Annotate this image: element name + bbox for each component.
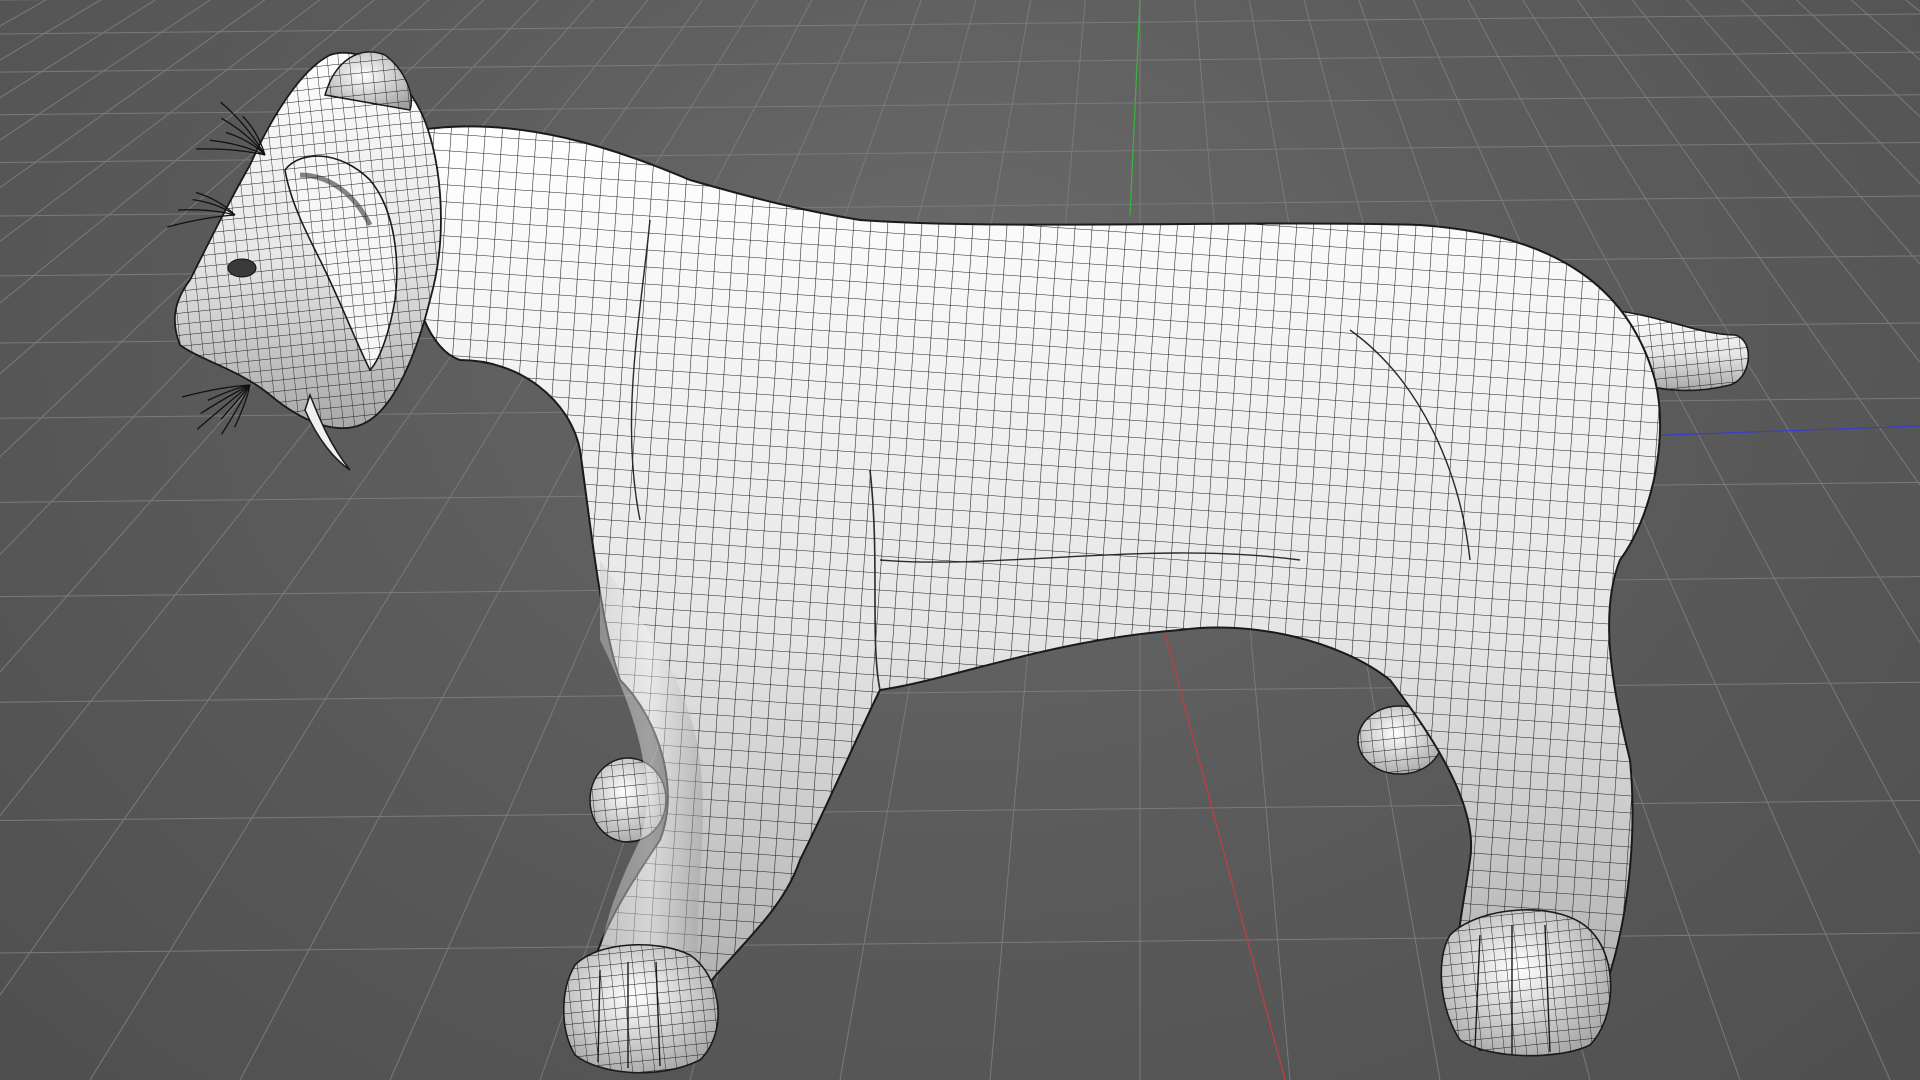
grid-line-width [0,932,1920,954]
saber-tooth-cat-mesh[interactable] [166,51,1750,1074]
grid-line-width [0,681,1920,703]
torso [408,125,1662,1052]
viewport-canvas[interactable] [0,0,1920,1080]
axis-x-line [1639,425,1920,437]
grid-line-width [0,51,1920,73]
front-paw-near [562,943,719,1074]
3d-viewport[interactable] [0,0,1920,1080]
eye [227,258,257,278]
hind-paw-near [1440,909,1612,1057]
axis-y-line [1129,0,1141,216]
